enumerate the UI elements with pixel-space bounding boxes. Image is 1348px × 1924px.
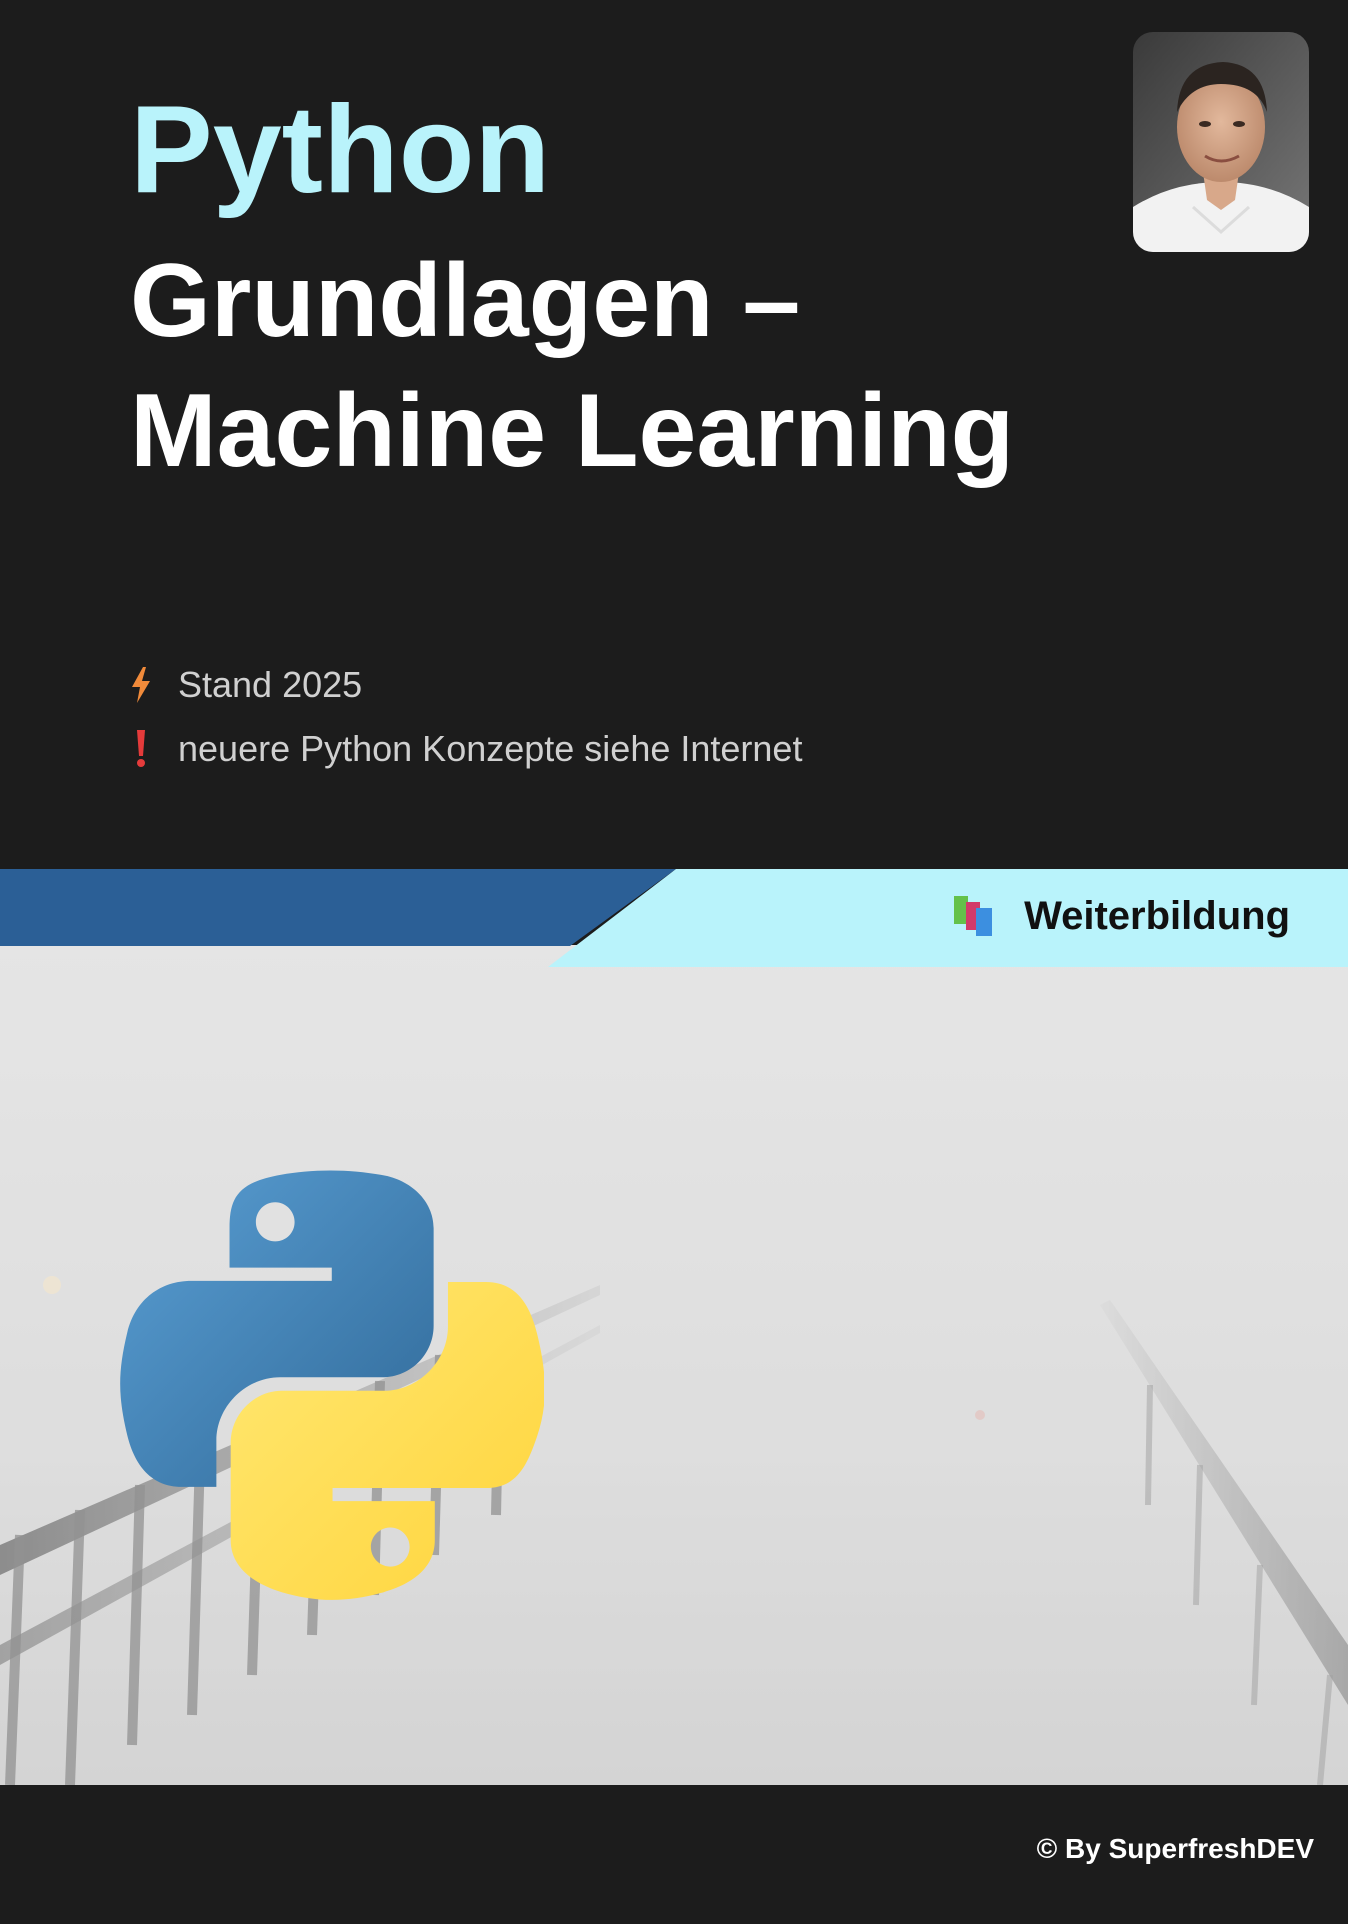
info-text-stand: Stand 2025 (178, 664, 363, 705)
lightning-icon (130, 665, 152, 705)
title-python: Python (130, 81, 551, 219)
python-logo (120, 1170, 544, 1600)
books-icon (954, 896, 993, 936)
title-subtitle: Grundlagen – Machine Learning (130, 236, 1014, 496)
exclamation-icon (130, 729, 152, 769)
info-line-stand: Stand 2025 (130, 663, 362, 707)
copyright-footer: © By SuperfreshDEV (1036, 1833, 1314, 1864)
info-text-hinweis: neuere Python Konzepte siehe Internet (178, 728, 803, 769)
info-line-hinweis: neuere Python Konzepte siehe Internet (130, 727, 802, 771)
cover-page: Python Grundlagen – Machine Learning Sta… (0, 0, 1348, 1924)
category-badge: Weiterbildung (952, 884, 1290, 948)
title-line-machine-learning: Machine Learning (130, 373, 1015, 489)
category-label: Weiterbildung (1024, 893, 1290, 938)
author-avatar (1133, 32, 1309, 252)
title-line-grundlagen: Grundlagen – (130, 243, 801, 359)
